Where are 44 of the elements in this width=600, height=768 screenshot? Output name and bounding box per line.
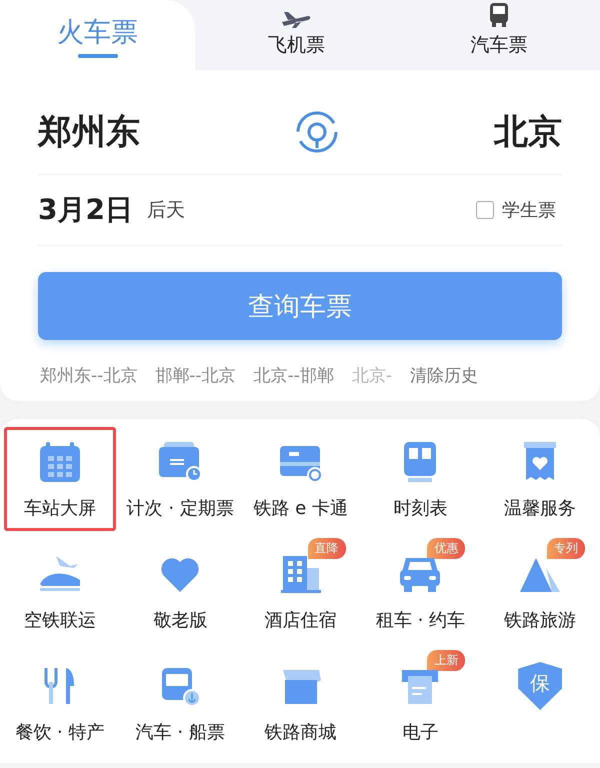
- service-item[interactable]: 温馨服务: [484, 427, 596, 531]
- service-label: 餐饮 · 特产: [15, 721, 104, 744]
- shield-emblem: 保: [518, 662, 562, 710]
- promo-badge: 专列: [547, 538, 585, 559]
- service-label: 计次 · 定期票: [126, 497, 234, 520]
- service-label: 汽车 · 船票: [136, 721, 225, 744]
- promo-badge: 优惠: [427, 538, 466, 559]
- swap-icon[interactable]: [295, 110, 339, 154]
- service-item[interactable]: 上新 电子: [364, 651, 476, 755]
- service-label: 电子: [402, 721, 438, 744]
- departure-station[interactable]: 郑州东: [38, 109, 140, 155]
- service-label: 租车 · 约车: [376, 609, 466, 632]
- service-item[interactable]: 汽车 · 船票: [124, 651, 237, 755]
- highlight-frame[interactable]: 车站大屏: [4, 427, 116, 531]
- service-label: 敬老版: [153, 609, 208, 632]
- history-item[interactable]: 郑州东--北京: [40, 364, 138, 387]
- history-item[interactable]: 邯郸--北京: [155, 364, 236, 387]
- relative-day: 后天: [146, 197, 470, 223]
- clear-history-link[interactable]: 清除历史: [410, 364, 478, 387]
- service-item[interactable]: 计次 · 定期票: [124, 427, 237, 531]
- service-label: 铁路商城: [264, 721, 337, 744]
- service-label: 温馨服务: [504, 497, 576, 520]
- arrival-station[interactable]: 北京: [494, 109, 562, 155]
- service-label: 空铁联运: [24, 609, 96, 632]
- service-label: 车站大屏: [24, 497, 96, 520]
- history-item[interactable]: 北京--邯郸: [254, 364, 334, 387]
- service-item[interactable]: 空铁联运: [4, 539, 116, 643]
- promo-badge: 直降: [308, 538, 346, 559]
- travel-date[interactable]: 3月2日: [38, 191, 133, 229]
- service-item[interactable]: 直降 酒店住宿: [244, 539, 357, 643]
- promo-badge: 上新: [427, 650, 466, 671]
- service-item[interactable]: 时刻表: [364, 427, 476, 531]
- student-ticket-checkbox[interactable]: 学生票: [470, 197, 562, 223]
- service-item[interactable]: 专列 铁路旅游: [484, 539, 596, 643]
- service-item[interactable]: 优惠 租车 · 约车: [364, 539, 476, 643]
- service-item[interactable]: 敬老版: [124, 539, 237, 643]
- service-label: 时刻表: [393, 497, 448, 520]
- service-label: 铁路 e 卡通: [253, 497, 348, 520]
- service-label: 酒店住宿: [264, 609, 337, 632]
- service-item[interactable]: 铁路 e 卡通: [244, 427, 357, 531]
- service-item[interactable]: 铁路商城: [244, 651, 357, 755]
- service-item[interactable]: 餐饮 · 特产: [4, 651, 116, 755]
- bus-icon: [488, 2, 510, 28]
- service-label: 铁路旅游: [504, 609, 576, 632]
